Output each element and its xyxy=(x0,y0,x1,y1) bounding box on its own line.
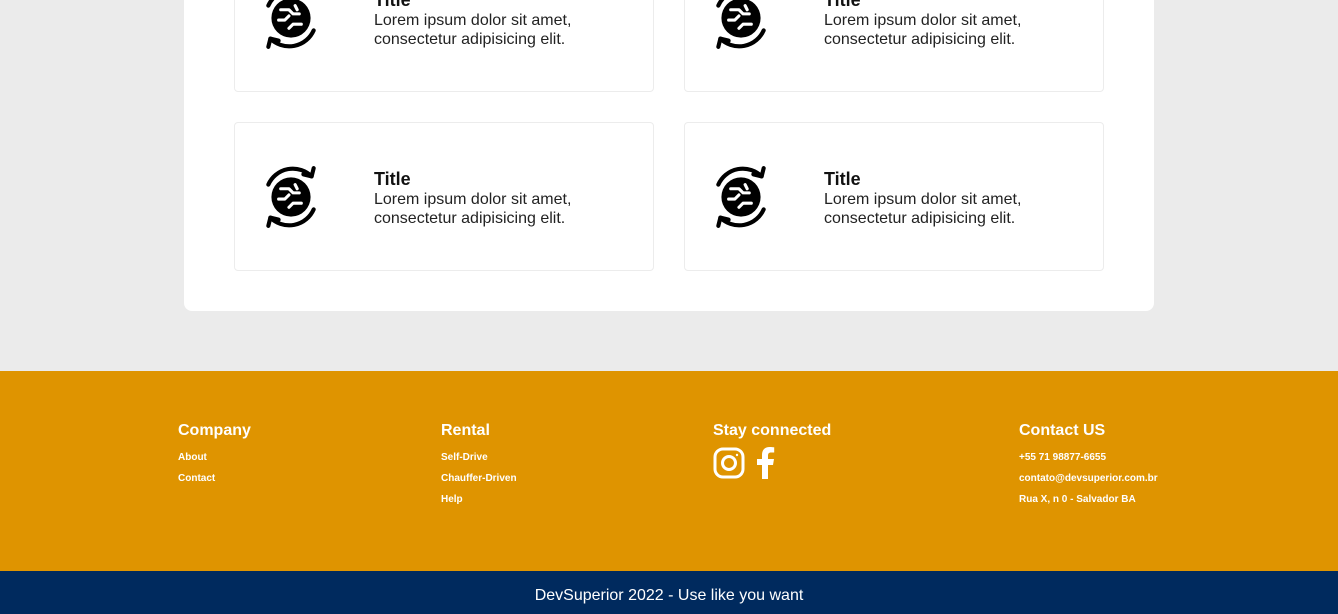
card-description: Lorem ipsum dolor sit amet, consectetur … xyxy=(824,12,1022,48)
footer-link-help[interactable]: Help xyxy=(441,494,463,505)
card-title: Title xyxy=(824,169,861,189)
copyright-text: DevSuperior 2022 - Use like you want xyxy=(534,587,804,604)
footer-company-heading: Company xyxy=(178,422,251,439)
footer-link-chauffer-driven[interactable]: Chauffer-Driven xyxy=(441,473,517,484)
feature-card: Title Lorem ipsum dolor sit amet, consec… xyxy=(684,0,1104,92)
global-refresh-icon xyxy=(708,164,774,230)
card-description: Lorem ipsum dolor sit amet, consectetur … xyxy=(374,191,572,227)
feature-card: Title Lorem ipsum dolor sit amet, consec… xyxy=(234,0,654,92)
card-description: Lorem ipsum dolor sit amet, consectetur … xyxy=(824,191,1022,227)
footer-contact-heading: Contact US xyxy=(1019,422,1106,439)
card-title: Title xyxy=(824,0,861,10)
footer-link-self-drive[interactable]: Self-Drive xyxy=(441,452,488,463)
features-panel: Title Lorem ipsum dolor sit amet, consec… xyxy=(184,0,1154,311)
card-description: Lorem ipsum dolor sit amet, consectetur … xyxy=(374,12,572,48)
site-footer: Company About Contact Rental Self-Drive … xyxy=(0,371,1338,571)
contact-phone: +55 71 98877-6655 xyxy=(1019,452,1107,463)
footer-link-contact[interactable]: Contact xyxy=(178,473,215,484)
copyright-bar: DevSuperior 2022 - Use like you want xyxy=(0,571,1338,614)
contact-email: contato@devsuperior.com.br xyxy=(1019,473,1158,484)
card-title: Title xyxy=(374,169,411,189)
feature-card: Title Lorem ipsum dolor sit amet, consec… xyxy=(684,122,1104,271)
footer-rental-heading: Rental xyxy=(441,422,490,439)
footer-rental-column: Rental Self-Drive Chauffer-Driven Help xyxy=(441,421,517,510)
global-refresh-icon xyxy=(708,0,774,51)
card-title: Title xyxy=(374,0,411,10)
footer-social-heading: Stay connected xyxy=(713,422,832,439)
footer-link-about[interactable]: About xyxy=(178,452,207,463)
feature-card: Title Lorem ipsum dolor sit amet, consec… xyxy=(234,122,654,271)
facebook-icon[interactable] xyxy=(755,447,775,479)
social-links xyxy=(713,447,831,479)
contact-address: Rua X, n 0 - Salvador BA xyxy=(1019,494,1136,505)
instagram-icon[interactable] xyxy=(713,447,745,479)
footer-social-column: Stay connected xyxy=(713,421,831,479)
global-refresh-icon xyxy=(258,164,324,230)
footer-company-column: Company About Contact xyxy=(178,421,251,489)
footer-contact-column: Contact US +55 71 98877-6655 contato@dev… xyxy=(1019,421,1158,510)
global-refresh-icon xyxy=(258,0,324,51)
